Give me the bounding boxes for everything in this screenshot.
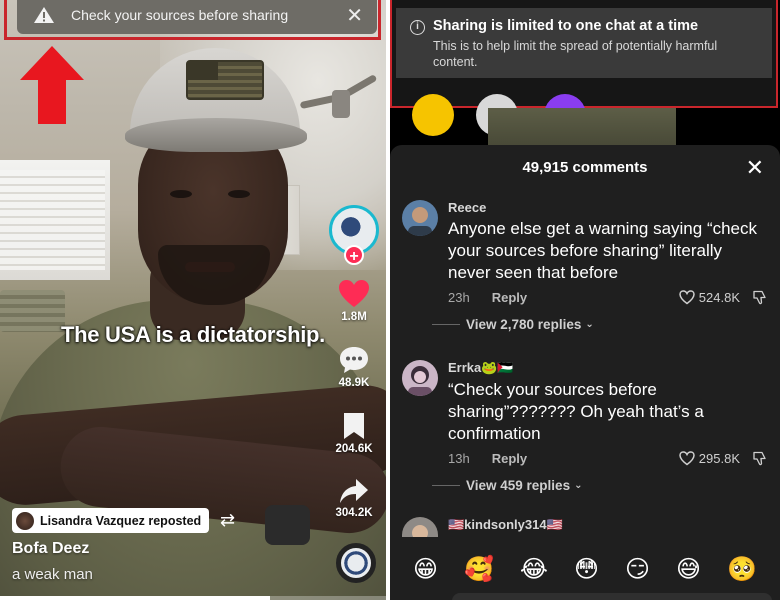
music-disc-icon[interactable] [336, 543, 376, 583]
comment-bubble-icon [340, 347, 368, 373]
sharing-banner-subtitle: This is to help limit the spread of pote… [433, 39, 718, 69]
person-eye-right [228, 190, 250, 198]
comment-item: Errka🐸🇵🇸 “Check your sources before shar… [402, 360, 767, 493]
emoji-smirk-icon[interactable]: 😏 [625, 555, 650, 583]
emoji-joy-icon[interactable]: 😂 [520, 555, 548, 583]
window-blinds [0, 170, 105, 270]
commenter-name[interactable]: Errka🐸🇵🇸 [448, 360, 767, 376]
heart-icon [339, 280, 369, 307]
warning-text: Check your sources before sharing [71, 7, 289, 23]
repost-icon[interactable]: ⇄ [220, 510, 235, 531]
comment-text: Anyone else get a warning saying “check … [448, 219, 758, 282]
emoji-sweat-smile-icon[interactable]: 😅 [676, 555, 701, 583]
sharing-limit-banner: i Sharing is limited to one chat at a ti… [396, 8, 772, 78]
share-button[interactable]: 304.2K [326, 477, 382, 519]
repost-label: Lisandra Vazquez reposted [40, 513, 202, 528]
emoji-grin-icon[interactable]: 😁 [413, 555, 438, 583]
warning-close-icon[interactable]: ✕ [346, 3, 363, 28]
follow-plus-icon[interactable]: + [344, 245, 364, 265]
warning-highlight-box: Check your sources before sharing ✕ [4, 0, 381, 40]
emoji-heart-face-icon[interactable]: 🥰 [464, 555, 494, 583]
comment-time: 13h [448, 451, 470, 466]
sharing-banner-title: Sharing is limited to one chat at a time [433, 18, 699, 34]
video-progress-bar[interactable] [0, 596, 386, 600]
video-peek [488, 108, 676, 148]
bookmark-count: 204.6K [335, 443, 373, 455]
comment-button[interactable]: 48.9K [326, 345, 382, 389]
comment-input[interactable] [452, 593, 772, 600]
reposter-avatar [16, 511, 34, 530]
like-button[interactable]: 1.8M [326, 279, 382, 323]
sharing-highlight-box: i Sharing is limited to one chat at a ti… [390, 0, 778, 136]
comment-item: Reece Anyone else get a warning saying “… [402, 200, 767, 332]
view-replies-button[interactable]: View 2,780 replies ⌄ [432, 317, 767, 332]
comments-sheet: 49,915 comments ✕ Reece Anyone else get … [390, 145, 780, 600]
heart-outline-icon[interactable] [679, 451, 695, 466]
commenter-avatar[interactable] [402, 200, 438, 236]
view-replies-label: View 459 replies [466, 478, 571, 493]
commenter-name[interactable]: Reece [448, 200, 767, 215]
wristwatch [265, 505, 310, 545]
ceiling-fan [299, 70, 380, 130]
heart-outline-icon[interactable] [679, 290, 695, 305]
view-replies-label: View 2,780 replies [466, 317, 582, 332]
video-screenshot-panel: Check your sources before sharing ✕ The … [0, 0, 386, 600]
close-comments-icon[interactable]: ✕ [746, 155, 764, 181]
chevron-down-icon: ⌄ [585, 319, 594, 330]
emoji-pleading-icon[interactable]: 🥺 [727, 555, 757, 583]
like-count: 1.8M [341, 311, 367, 323]
red-up-arrow-icon [20, 46, 84, 124]
cap-flag-patch [186, 60, 264, 100]
video-description: a weak man [12, 566, 93, 583]
comments-header: 49,915 comments ✕ [390, 145, 780, 189]
warning-triangle-icon [34, 7, 54, 23]
comment-time: 23h [448, 290, 470, 305]
person-eye-left [170, 190, 192, 198]
share-target-avatar[interactable] [412, 94, 454, 136]
share-count: 304.2K [335, 507, 373, 519]
dislike-icon[interactable] [752, 290, 767, 305]
comments-count-title: 49,915 comments [522, 158, 648, 176]
side-action-bar: + 1.8M 48.9K 204.6K 304.2K [326, 205, 382, 519]
comment-text: “Check your sources before sharing”?????… [448, 380, 704, 443]
reply-button[interactable]: Reply [492, 290, 527, 305]
repost-chip[interactable]: Lisandra Vazquez reposted [12, 508, 210, 533]
commenter-name[interactable]: 🇺🇸kindsonly314🇺🇸 [448, 517, 767, 533]
chevron-down-icon: ⌄ [574, 480, 583, 491]
commenter-avatar[interactable] [402, 517, 438, 537]
cap-bill [125, 118, 307, 152]
commenter-avatar[interactable] [402, 360, 438, 396]
reply-button[interactable]: Reply [492, 451, 527, 466]
dislike-icon[interactable] [752, 451, 767, 466]
view-replies-button[interactable]: View 459 replies ⌄ [432, 478, 767, 493]
emoji-flushed-icon[interactable]: 😳 [574, 555, 599, 583]
bookmark-button[interactable]: 204.6K [326, 411, 382, 455]
comments-screenshot-panel: i Sharing is limited to one chat at a ti… [390, 0, 780, 600]
video-username[interactable]: Bofa Deez [12, 540, 89, 558]
emoji-quick-bar: 😁 🥰 😂 😳 😏 😅 🥺 [390, 538, 780, 600]
info-icon: i [410, 20, 425, 35]
comment-item: 🇺🇸kindsonly314🇺🇸 [402, 517, 767, 537]
bookmark-icon [344, 413, 364, 439]
share-arrow-icon [340, 479, 368, 503]
comment-like-count: 524.8K [698, 290, 740, 305]
comment-like-count: 295.8K [698, 451, 740, 466]
person-mouth [185, 262, 235, 272]
warning-banner: Check your sources before sharing ✕ [17, 0, 377, 34]
comment-count: 48.9K [338, 377, 370, 389]
